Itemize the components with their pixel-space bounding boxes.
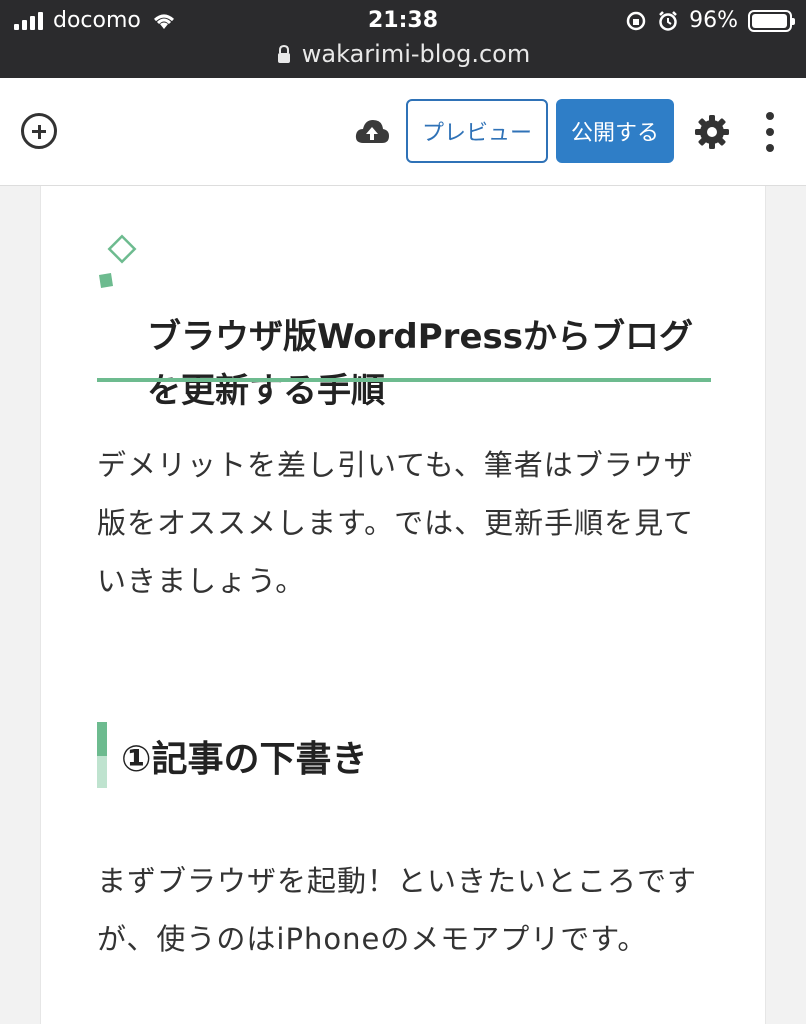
subheading[interactable]: ①記事の下書き bbox=[97, 722, 711, 788]
settings-gear-icon[interactable] bbox=[694, 114, 730, 150]
subheading-bar-bottom bbox=[97, 756, 107, 788]
subheading-bar-top bbox=[97, 722, 107, 756]
battery-level bbox=[752, 13, 787, 28]
url-text: wakarimi-blog.com bbox=[301, 40, 531, 68]
more-options-icon[interactable] bbox=[764, 112, 776, 152]
heading-decoration-icon bbox=[99, 234, 137, 288]
alarm-icon bbox=[659, 10, 677, 31]
battery-percent: 96% bbox=[689, 8, 738, 33]
status-right: 96% bbox=[625, 8, 795, 33]
paragraph-intro[interactable]: デメリットを差し引いても、筆者はブラウザ版をオススメします。では、更新手順を見て… bbox=[97, 436, 717, 610]
status-bar: docomo 21:38 96% wakarimi-blog.com bbox=[0, 0, 806, 78]
preview-button[interactable]: プレビュー bbox=[406, 99, 548, 163]
publish-button[interactable]: 公開する bbox=[556, 99, 674, 163]
cloud-upload-icon[interactable] bbox=[354, 116, 390, 146]
battery-icon bbox=[748, 9, 795, 32]
editor-toolbar: プレビュー 公開する bbox=[0, 78, 806, 186]
url-bar[interactable]: wakarimi-blog.com bbox=[0, 40, 806, 68]
subheading-text: ①記事の下書き bbox=[121, 739, 368, 780]
section-heading-text: ブラウザ版WordPressからブログを更新する手順 bbox=[147, 317, 693, 411]
heading-underline bbox=[97, 378, 711, 382]
rotation-lock-icon bbox=[626, 11, 646, 30]
lock-icon bbox=[277, 44, 290, 63]
editor-content: ブラウザ版WordPressからブログを更新する手順 デメリットを差し引いても、… bbox=[40, 186, 766, 1024]
add-block-icon[interactable] bbox=[21, 113, 57, 149]
paragraph-step1[interactable]: まずブラウザを起動！といきたいところですが、使うのはiPhoneのメモアプリです… bbox=[97, 852, 717, 968]
